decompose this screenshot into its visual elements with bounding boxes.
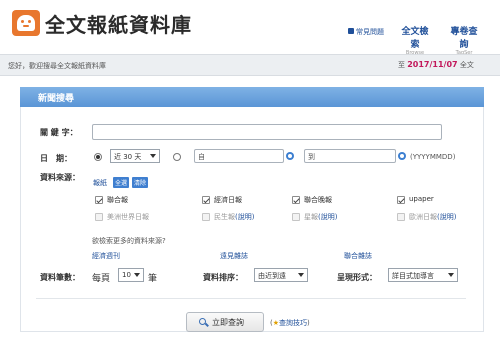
source-name: 經濟日報 [214, 196, 242, 204]
source-name: 星報 [304, 213, 318, 221]
date-range-select[interactable]: 近 30 天 [110, 149, 160, 163]
date-from-input[interactable]: 自 [194, 149, 284, 163]
coverage-text: 至 2017/11/07 全文 [398, 60, 474, 70]
sort-select[interactable]: 由近到遠 [254, 268, 308, 282]
more-sources-question: 欲檢索更多的資料來源? [92, 237, 166, 245]
status-bar: 您好，歡迎搜尋全文報紙資料庫 至 2017/11/07 全文 [0, 54, 500, 76]
source-name: 歐洲日報 [409, 213, 437, 221]
calendar-icon[interactable] [398, 152, 406, 160]
per-page-suffix: 筆 [148, 274, 158, 284]
source-newspaper-link[interactable]: 報紙 [93, 178, 107, 188]
logo-icon [12, 10, 40, 36]
display-label: 呈現形式： [337, 273, 377, 282]
date-from-placeholder: 自 [198, 153, 205, 161]
date-recent-radio[interactable] [94, 153, 102, 161]
more-link-economic-weekly[interactable]: 經濟週刊 [92, 251, 120, 261]
calendar-icon[interactable] [286, 152, 294, 160]
source-name: upaper [409, 195, 434, 203]
chevron-down-icon [298, 273, 304, 277]
panel-header: 新聞搜尋 [20, 87, 484, 107]
source-explain-link[interactable]: (說明) [318, 213, 337, 221]
sort-value: 由近到遠 [258, 272, 286, 280]
search-button-label: 立即查詢 [212, 318, 244, 327]
per-page-select[interactable]: 10 [118, 268, 144, 282]
source-name: 美洲世界日報 [107, 213, 149, 221]
nav-topic-label: 專卷查詢 [450, 27, 478, 50]
date-to-input[interactable]: 到 [304, 149, 396, 163]
display-select[interactable]: 詳目式加導言 [388, 268, 458, 282]
search-tips-link[interactable]: 查詢技巧 [279, 319, 307, 327]
date-range-value: 近 30 天 [114, 153, 142, 161]
source-checkbox[interactable] [397, 196, 405, 204]
count-label: 資料筆數： [40, 273, 80, 282]
welcome-text: 您好，歡迎搜尋全文報紙資料庫 [8, 62, 106, 70]
nav-fulltext-search[interactable]: 全文檢索 Browse [398, 24, 432, 56]
source-checkbox[interactable] [202, 196, 210, 204]
faq-link[interactable]: 常見問題 [356, 27, 384, 37]
divider [36, 298, 466, 299]
date-format-hint: (YYYYMMDD) [410, 153, 456, 161]
select-all-button[interactable]: 全選 [113, 177, 130, 188]
tips-suffix: ) [307, 319, 310, 327]
source-item: 歐洲日報(說明) [409, 212, 456, 222]
source-item: 星報(說明) [304, 212, 337, 222]
chevron-down-icon [150, 154, 156, 158]
search-button[interactable]: 立即查詢 [186, 312, 264, 332]
date-custom-radio[interactable] [173, 153, 181, 161]
nav-fulltext-label: 全文檢索 [401, 27, 429, 50]
source-name: 聯合晚報 [304, 196, 332, 204]
date-to-placeholder: 到 [308, 153, 315, 161]
keyword-input[interactable] [92, 124, 442, 140]
source-name: 民生報 [214, 213, 235, 221]
source-item: 民生報(說明) [214, 212, 254, 222]
source-checkbox[interactable] [95, 196, 103, 204]
source-checkbox[interactable] [292, 213, 300, 221]
display-value: 詳目式加導言 [392, 272, 434, 280]
coverage-suffix: 全文 [459, 61, 474, 69]
more-link-unitas[interactable]: 聯合雜誌 [344, 251, 372, 261]
source-checkbox[interactable] [397, 213, 405, 221]
chevron-down-icon [134, 273, 140, 277]
search-icon-handle [205, 322, 209, 327]
clear-button[interactable]: 清除 [132, 177, 149, 188]
more-link-global-views[interactable]: 遠見雜誌 [220, 251, 248, 261]
source-explain-link[interactable]: (說明) [235, 213, 254, 221]
sort-label: 資料排序： [203, 273, 243, 282]
nav-topic-search[interactable]: 專卷查詢 TagSer [447, 24, 481, 56]
source-explain-link[interactable]: (說明) [437, 213, 456, 221]
site-title: 全文報紙資料庫 [45, 13, 192, 37]
keyword-label: 關 鍵 字： [40, 128, 78, 137]
page: 全文報紙資料庫 常見問題 全文檢索 Browse 專卷查詢 TagSer 您好，… [0, 0, 500, 338]
panel-title: 新聞搜尋 [38, 94, 75, 104]
coverage-prefix: 至 [398, 61, 405, 69]
tips-wrap: (★查詢技巧) [270, 318, 310, 328]
source-label: 資料來源： [40, 173, 80, 182]
source-checkbox[interactable] [292, 196, 300, 204]
per-page-prefix: 每頁 [92, 274, 111, 284]
source-checkbox[interactable] [95, 213, 103, 221]
source-name: 聯合報 [107, 196, 128, 204]
coverage-date: 2017/11/07 [407, 60, 458, 69]
faq-icon [348, 28, 354, 34]
chevron-down-icon [448, 273, 454, 277]
per-page-value: 10 [122, 271, 131, 279]
source-checkbox[interactable] [202, 213, 210, 221]
date-label: 日 期： [40, 154, 72, 163]
